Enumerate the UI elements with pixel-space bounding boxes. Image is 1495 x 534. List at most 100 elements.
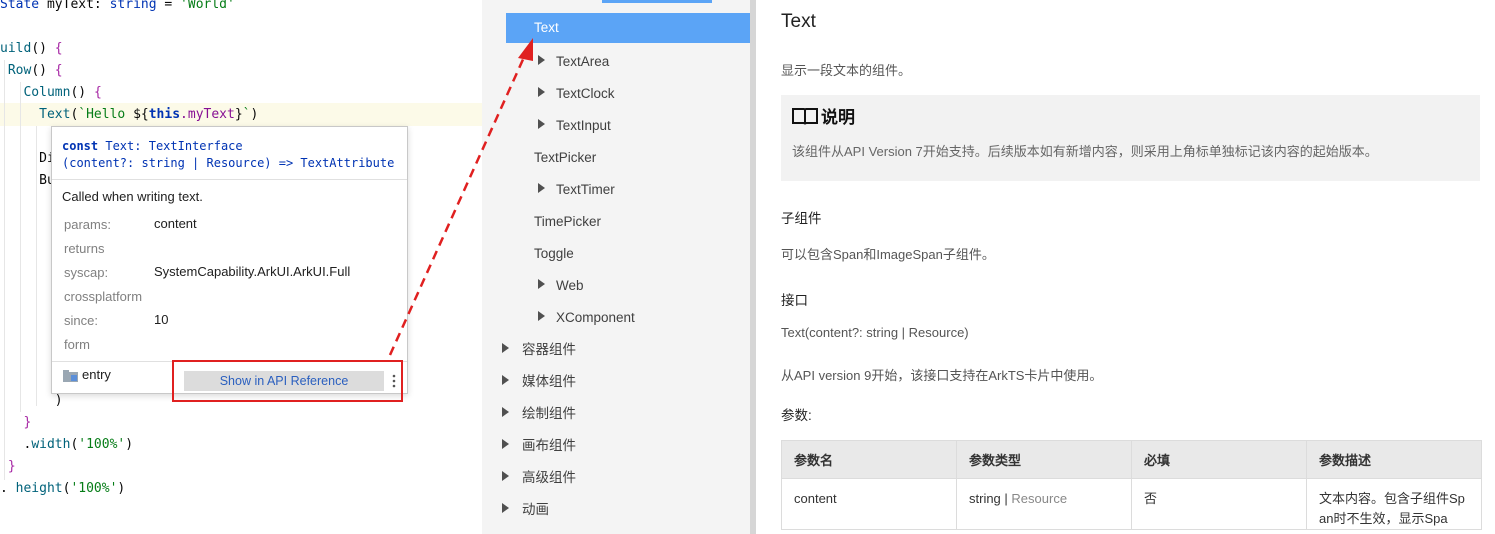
expand-arrow-icon[interactable] (502, 343, 509, 353)
expand-arrow-icon[interactable] (502, 407, 509, 417)
nav-item-label: Toggle (534, 246, 574, 261)
nav-item[interactable]: Web (482, 271, 750, 301)
code-line: Di (0, 148, 55, 170)
nav-item[interactable]: Text (506, 13, 751, 43)
note-box: 说明 该组件从API Version 7开始支持。后续版本如有新增内容，则采用上… (781, 95, 1480, 181)
child-components-text: 可以包含Span和ImageSpan子组件。 (781, 247, 995, 262)
nav-item-label: 动画 (522, 502, 549, 517)
code-token: { (54, 63, 63, 78)
expand-arrow-icon[interactable] (538, 311, 545, 321)
code-token: } (0, 415, 32, 430)
signature-name: Text (105, 139, 135, 153)
expand-arrow-icon[interactable] (502, 471, 509, 481)
highlight-annotation-box (172, 360, 403, 402)
nav-item[interactable]: 高级组件 (482, 463, 750, 493)
expand-arrow-icon[interactable] (502, 503, 509, 513)
field-key: since: (64, 313, 98, 328)
expand-arrow-icon[interactable] (538, 87, 545, 97)
signature-line-2: (content?: string | Resource) => TextAtt… (62, 156, 395, 170)
field-key: crossplatform (64, 289, 143, 304)
module-label: entry (82, 367, 111, 382)
code-token: = (156, 0, 181, 12)
expand-arrow-icon[interactable] (538, 55, 545, 65)
api-doc-content: Text 显示一段文本的组件。 说明 该组件从API Version 7开始支持… (756, 0, 1495, 534)
code-token: . (0, 437, 32, 452)
nav-item[interactable]: 容器组件 (482, 335, 750, 365)
col-header-type: 参数类型 (956, 440, 1132, 479)
code-token: '100%' (78, 437, 126, 452)
params-table: 参数名 参数类型 必填 参数描述 content string | Resour… (781, 440, 1482, 530)
code-line: State myText: string = 'World' (0, 0, 235, 16)
interface-signature: Text(content?: string | Resource) (781, 325, 969, 340)
quick-documentation-popup[interactable]: const Text: TextInterface (content?: str… (51, 126, 408, 394)
nav-item-label: Text (534, 20, 559, 35)
nav-item[interactable]: TextTimer (482, 175, 750, 205)
nav-item[interactable]: TextPicker (482, 143, 750, 173)
book-icon (792, 108, 818, 125)
nav-item[interactable]: 动画 (482, 495, 750, 525)
nav-item[interactable]: 绘制组件 (482, 399, 750, 429)
nav-item-label: TextTimer (556, 182, 615, 197)
field-value: SystemCapability.ArkUI.ArkUI.Full (154, 264, 351, 279)
nav-item[interactable]: 媒体组件 (482, 367, 750, 397)
params-heading: 参数: (781, 408, 812, 423)
nav-item[interactable]: TimePicker (482, 207, 750, 237)
code-token: () (31, 63, 55, 78)
code-token: } (234, 107, 243, 122)
api-nav-tree[interactable]: Text TextArea TextClock TextInput TextPicker… (482, 0, 756, 534)
note-title: 说明 (821, 108, 855, 127)
code-line: Bu (0, 170, 55, 192)
code-line: .width('100%') (0, 434, 133, 456)
nav-item-label: Web (556, 278, 584, 293)
code-token: ` (242, 107, 251, 122)
nav-item[interactable]: Toggle (482, 239, 750, 269)
code-token: 'World' (180, 0, 235, 12)
field-key: returns (64, 241, 105, 256)
module-folder-icon (63, 370, 78, 382)
nav-item[interactable]: 画布组件 (482, 431, 750, 461)
code-line: } (0, 456, 16, 478)
code-line: uild() { (0, 38, 63, 60)
field-key: params: (64, 217, 111, 232)
code-line: Text(`Hello ${this.myText}`) (0, 104, 258, 126)
code-token: Di (0, 151, 55, 166)
expand-arrow-icon[interactable] (538, 279, 545, 289)
code-token: { (93, 85, 102, 100)
code-token: { (54, 41, 63, 56)
expand-arrow-icon[interactable] (502, 439, 509, 449)
child-components-heading: 子组件 (781, 211, 822, 226)
nav-item-label: XComponent (556, 310, 635, 325)
field-key: syscap: (64, 265, 109, 280)
col-header-description: 参数描述 (1306, 440, 1482, 479)
param-name: content (781, 478, 957, 530)
code-line: Row() { (0, 60, 63, 82)
nav-item[interactable]: TextClock (482, 79, 750, 109)
code-token: () (31, 41, 55, 56)
code-token: myText: (46, 0, 110, 12)
code-token: ) (0, 393, 63, 408)
col-header-required: 必填 (1131, 440, 1307, 479)
code-token: uild (0, 41, 32, 56)
intro-text: 显示一段文本的组件。 (781, 63, 912, 78)
code-token: ) (125, 437, 134, 452)
code-token: height (15, 481, 63, 496)
expand-arrow-icon[interactable] (502, 375, 509, 385)
code-token: `Hello (78, 107, 134, 122)
expand-arrow-icon[interactable] (538, 119, 545, 129)
code-token: width (31, 437, 71, 452)
code-line: Column() { (0, 82, 102, 104)
code-editor[interactable]: State myText: string = 'World' uild() { R… (0, 0, 482, 534)
indent-guide (20, 82, 21, 412)
table-row: content string | Resource 否 文本内容。包含子组件Sp… (781, 478, 1482, 530)
code-token: '100%' (70, 481, 118, 496)
nav-item[interactable]: TextInput (482, 111, 750, 141)
nav-item[interactable]: XComponent (482, 303, 750, 333)
nav-item[interactable]: TextArea (482, 47, 750, 77)
code-token: string (109, 0, 157, 12)
nav-item-label: 高级组件 (522, 470, 576, 485)
code-token: Bu (0, 173, 55, 188)
nav-item-label: 容器组件 (522, 342, 576, 357)
col-header-name: 参数名 (781, 440, 957, 479)
code-token: Text (0, 107, 71, 122)
expand-arrow-icon[interactable] (538, 183, 545, 193)
